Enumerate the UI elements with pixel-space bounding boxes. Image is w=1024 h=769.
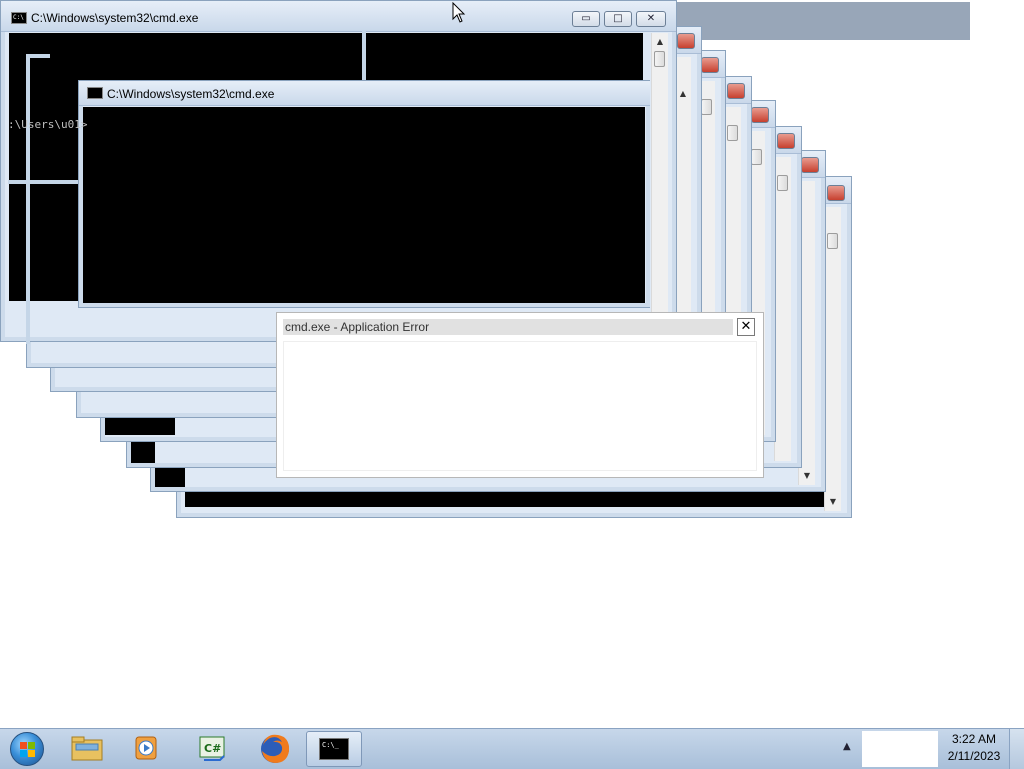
dialog-title: cmd.exe - Application Error (283, 319, 733, 335)
media-player-icon (135, 736, 157, 760)
notification-area (862, 731, 938, 767)
maximize-button[interactable]: □ (604, 11, 632, 27)
windows-logo-icon (10, 732, 44, 766)
scroll-thumb[interactable] (727, 125, 738, 141)
scroll-down-arrow[interactable]: ▼ (799, 469, 815, 483)
close-button[interactable] (777, 133, 795, 149)
command-prompt-text: :\Users\u01> (8, 118, 88, 131)
start-button[interactable] (6, 730, 46, 768)
scroll-up-arrow[interactable]: ▲ (675, 87, 691, 101)
ghost-frame (26, 54, 50, 344)
console-area (83, 107, 645, 303)
close-button[interactable] (801, 157, 819, 173)
window-title: C:\Windows\system32\cmd.exe (107, 87, 275, 101)
cmd-icon: C:\ (11, 12, 27, 24)
close-button[interactable] (677, 33, 695, 49)
close-button[interactable] (827, 185, 845, 201)
scroll-thumb[interactable] (654, 51, 665, 67)
clock[interactable]: 3:22 AM 2/11/2023 (940, 731, 1008, 767)
console-area (185, 491, 825, 507)
scroll-thumb[interactable] (701, 99, 712, 115)
dialog-close-button[interactable]: ✕ (737, 318, 755, 336)
mouse-cursor-icon (452, 2, 466, 23)
clock-time: 3:22 AM (951, 732, 997, 746)
cmd-icon: C:\_ (319, 738, 349, 760)
scroll-down-arrow[interactable]: ▼ (825, 495, 841, 509)
taskbar-firefox-button[interactable] (246, 731, 302, 767)
firefox-icon (261, 734, 290, 763)
taskbar: C# C:\_ ▲ 3:22 AM 2/11/2023 (0, 728, 1024, 769)
show-desktop-button[interactable] (1009, 729, 1024, 769)
show-hidden-icons-button[interactable]: ▲ (843, 741, 851, 752)
close-button[interactable]: ✕ (636, 11, 666, 27)
svg-text:C#: C# (204, 742, 221, 755)
dialog-content (283, 341, 757, 471)
folder-icon (71, 736, 103, 761)
csharp-icon: C# (199, 736, 225, 761)
scroll-thumb[interactable] (827, 233, 838, 249)
application-error-dialog[interactable]: cmd.exe - Application Error ✕ (276, 312, 764, 478)
taskbar-cmd-button[interactable]: C:\_ (306, 731, 362, 767)
scrollbar[interactable]: ▲ ▼ (651, 33, 668, 333)
taskbar-media-player-button[interactable] (120, 731, 176, 767)
cmd-icon (87, 87, 103, 99)
close-button[interactable] (701, 57, 719, 73)
scrollbar[interactable] (774, 157, 791, 461)
clock-date: 2/11/2023 (947, 749, 1001, 763)
scrollbar[interactable]: ▼ (824, 207, 841, 511)
taskbar-csharp-button[interactable]: C# (184, 731, 240, 767)
cmd-window-front[interactable]: C:\Windows\system32\cmd.exe (78, 80, 650, 308)
close-button[interactable] (751, 107, 769, 123)
minimize-button[interactable]: ▭ (572, 11, 600, 27)
taskbar-explorer-button[interactable] (60, 731, 116, 767)
scroll-up-arrow[interactable]: ▲ (652, 35, 668, 49)
scroll-thumb[interactable] (777, 175, 788, 191)
close-button[interactable] (727, 83, 745, 99)
window-title: C:\Windows\system32\cmd.exe (31, 11, 199, 25)
scroll-thumb[interactable] (751, 149, 762, 165)
